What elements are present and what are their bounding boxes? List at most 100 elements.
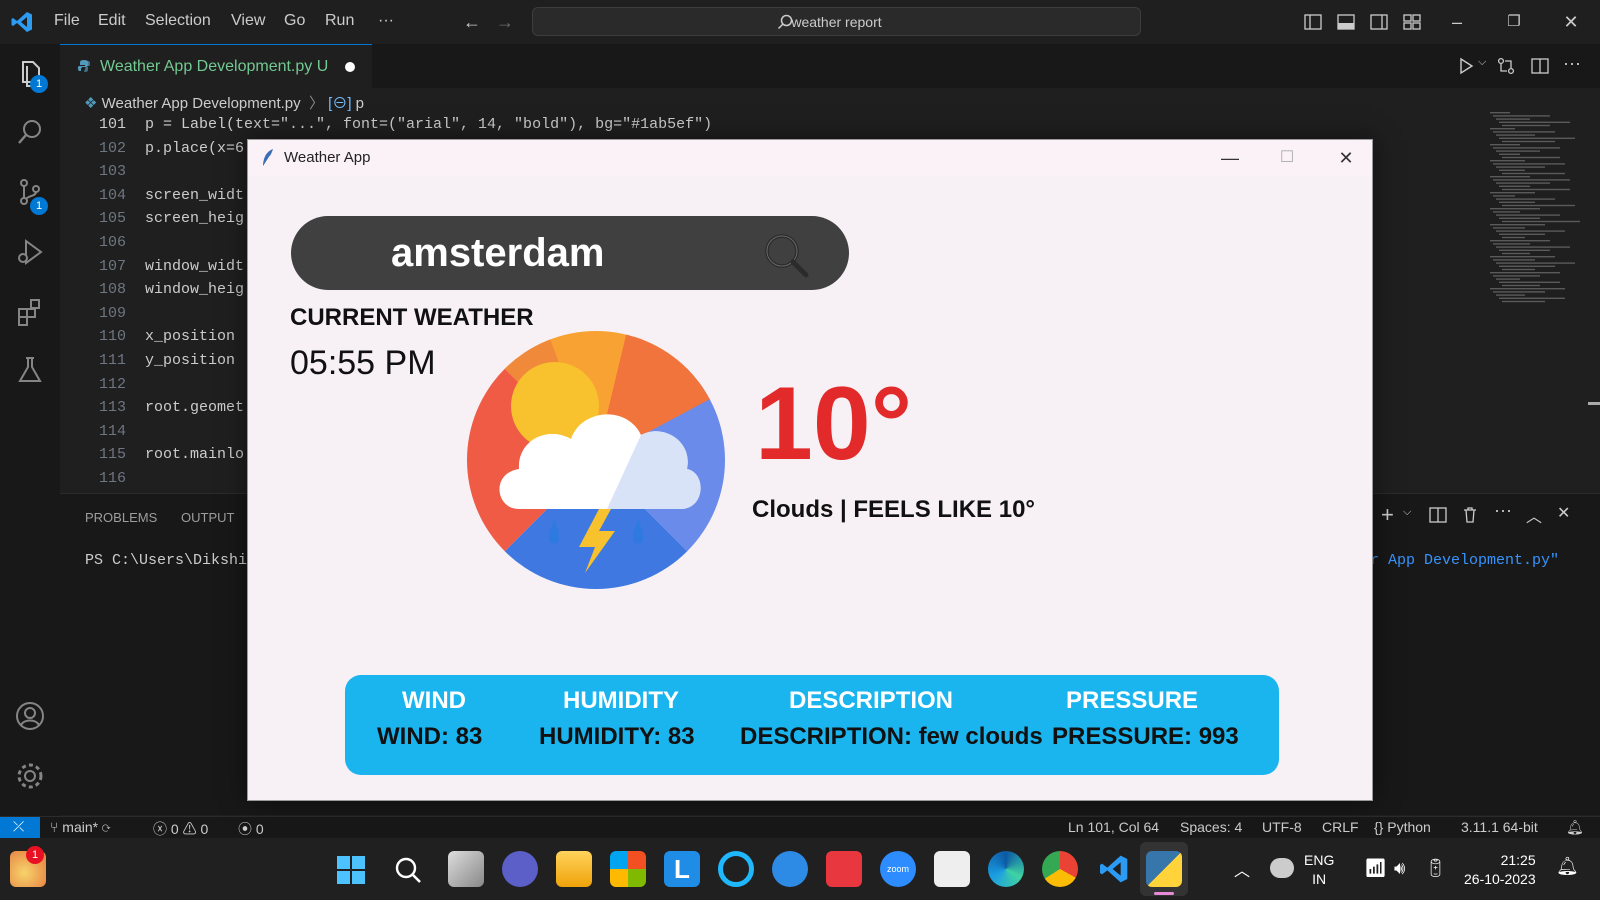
panel-tab-output[interactable]: OUTPUT (181, 510, 234, 525)
toggle-panel-icon[interactable] (1337, 13, 1355, 31)
breadcrumb: ❖ Weather App Development.py 〉 [⊖] p (84, 92, 364, 113)
minimize-icon[interactable]: – (1447, 12, 1467, 32)
forward-arrow-icon[interactable]: → (495, 12, 515, 32)
toggle-sidebar-icon[interactable] (1304, 13, 1322, 31)
code-text: root.geomet (145, 399, 245, 417)
git-branch-icon: ⑂ (50, 819, 59, 835)
variable-symbol-icon: [⊖] (328, 95, 352, 112)
command-center-search[interactable]: weather report (532, 7, 1141, 36)
terminal-dropdown-chevron-icon[interactable]: ⌵ (1403, 506, 1411, 519)
run-debug-icon[interactable] (14, 236, 46, 268)
run-dropdown-chevron-icon[interactable]: ⌵ (1478, 56, 1486, 69)
current-weather-label: CURRENT WEATHER (290, 304, 534, 331)
task-view-icon[interactable] (448, 851, 484, 887)
new-terminal-icon[interactable]: + (1381, 502, 1394, 528)
weather-maximize-icon[interactable]: ☐ (1265, 144, 1309, 172)
extensions-icon[interactable] (14, 296, 46, 328)
menu-go[interactable]: Go (284, 12, 305, 30)
tab-weather-app[interactable]: Weather App Development.py U (60, 44, 372, 88)
menu-more[interactable]: ··· (378, 12, 394, 30)
python-taskbar-active[interactable] (1140, 842, 1188, 896)
windows-start-icon[interactable] (336, 855, 366, 885)
settings-gear-icon[interactable] (14, 760, 46, 792)
sync-icon: ⟳ (101, 819, 111, 835)
panel-tab-problems[interactable]: PROBLEMS (85, 510, 157, 525)
system-clock[interactable]: 21:25 26-10-2023 (1464, 851, 1536, 889)
file-explorer-icon[interactable] (556, 851, 592, 887)
python-interpreter[interactable]: 3.11.1 64-bit (1461, 819, 1538, 835)
hidden-icons-chevron-icon[interactable]: ︿ (1234, 857, 1250, 881)
teams-chat-icon[interactable] (502, 851, 538, 887)
notification-center-icon[interactable]: 🔔︎ (1556, 856, 1579, 877)
braces-icon: {} (1374, 819, 1384, 835)
send-app-icon[interactable] (772, 851, 808, 887)
menu-run[interactable]: Run (325, 12, 354, 30)
battery-icon[interactable]: 🔋︎ (1424, 858, 1447, 879)
remote-indicator[interactable]: ⤫ (0, 817, 40, 839)
language-indicator[interactable]: ENG IN (1304, 851, 1334, 889)
search-view-icon[interactable] (14, 116, 46, 148)
cursor-position[interactable]: Ln 101, Col 64 (1068, 819, 1159, 835)
weather-close-icon[interactable]: ✕ (1324, 144, 1368, 172)
volume-icon[interactable]: 🔊︎ (1394, 858, 1405, 879)
taskbar-search-icon[interactable] (394, 856, 422, 884)
panel-more-icon[interactable]: ··· (1494, 500, 1512, 521)
breadcrumb-symbol[interactable]: p (356, 95, 364, 112)
restore-icon[interactable]: ❐ (1504, 12, 1524, 32)
edge-browser-icon[interactable] (988, 851, 1024, 887)
back-arrow-icon[interactable]: ← (462, 12, 482, 32)
remote-icon: ⤫ (13, 818, 25, 834)
customize-layout-icon[interactable] (1403, 13, 1421, 31)
anydesk-icon[interactable] (826, 851, 862, 887)
snipping-tool-icon[interactable] (934, 851, 970, 887)
title-bar: File Edit Selection View Go Run ··· ← → … (0, 0, 1600, 44)
terminal-prompt[interactable]: PS C:\Users\Dikshi (85, 552, 247, 569)
maximize-panel-icon[interactable]: ︿ (1526, 503, 1542, 527)
indentation[interactable]: Spaces: 4 (1180, 819, 1242, 835)
close-icon[interactable]: ✕ (1561, 12, 1581, 32)
error-icon: ⓧ (153, 821, 167, 837)
scrollbar-thumb[interactable] (1588, 402, 1600, 405)
search-magnifier-icon[interactable] (761, 230, 811, 280)
language-mode[interactable]: {} Python (1374, 819, 1431, 835)
chrome-browser-icon[interactable] (1042, 851, 1078, 887)
menu-selection[interactable]: Selection (145, 12, 211, 30)
accounts-icon[interactable] (14, 700, 46, 732)
zoom-icon[interactable]: zoom (880, 851, 916, 887)
onedrive-icon[interactable] (1270, 858, 1294, 878)
split-terminal-icon[interactable] (1429, 506, 1447, 524)
code-text: y_position (145, 352, 236, 369)
unsaved-dot-icon[interactable] (345, 62, 355, 72)
notifications-bell-icon[interactable]: 🔔︎ (1566, 819, 1584, 836)
weather-minimize-icon[interactable]: — (1208, 144, 1252, 172)
description-header: DESCRIPTION (789, 687, 954, 714)
wifi-icon[interactable]: 📶︎ (1364, 858, 1387, 879)
city-input[interactable] (391, 226, 751, 280)
problems-item[interactable]: ⓧ 0 ⚠ 0 (153, 819, 208, 839)
testing-icon[interactable] (14, 354, 46, 386)
end-of-line[interactable]: CRLF (1322, 819, 1359, 835)
menu-view[interactable]: View (231, 12, 265, 30)
cortana-ring-icon[interactable] (718, 851, 754, 887)
status-bar: ⤫ ⑂ main* ⟳ ⓧ 0 ⚠ 0 ⦿ 0 Ln 101, Col 64 S… (0, 816, 1600, 839)
encoding[interactable]: UTF-8 (1262, 819, 1302, 835)
toggle-secondary-sidebar-icon[interactable] (1370, 13, 1388, 31)
breadcrumb-file[interactable]: Weather App Development.py (102, 95, 301, 112)
menu-file[interactable]: File (54, 12, 80, 30)
menu-edit[interactable]: Edit (98, 12, 126, 30)
vscode-taskbar-icon[interactable] (1098, 853, 1130, 885)
close-panel-icon[interactable]: ✕ (1557, 503, 1570, 523)
more-actions-icon[interactable]: ··· (1563, 53, 1581, 74)
branch-item[interactable]: ⑂ main* ⟳ (50, 819, 110, 835)
code-line[interactable]: 101 p = Label(text="...", font=("arial", … (60, 116, 1480, 140)
l-app-icon[interactable]: L (664, 851, 700, 887)
compare-changes-icon[interactable] (1497, 57, 1515, 75)
trash-icon[interactable] (1461, 506, 1479, 524)
description-value: DESCRIPTION: few clouds (740, 723, 1043, 750)
minimap[interactable] (1488, 112, 1584, 312)
run-file-icon[interactable] (1457, 57, 1475, 75)
pressure-value: PRESSURE: 993 (1052, 723, 1239, 750)
split-editor-icon[interactable] (1531, 57, 1549, 75)
microsoft-store-icon[interactable] (610, 851, 646, 887)
ports-item[interactable]: ⦿ 0 (238, 819, 264, 839)
